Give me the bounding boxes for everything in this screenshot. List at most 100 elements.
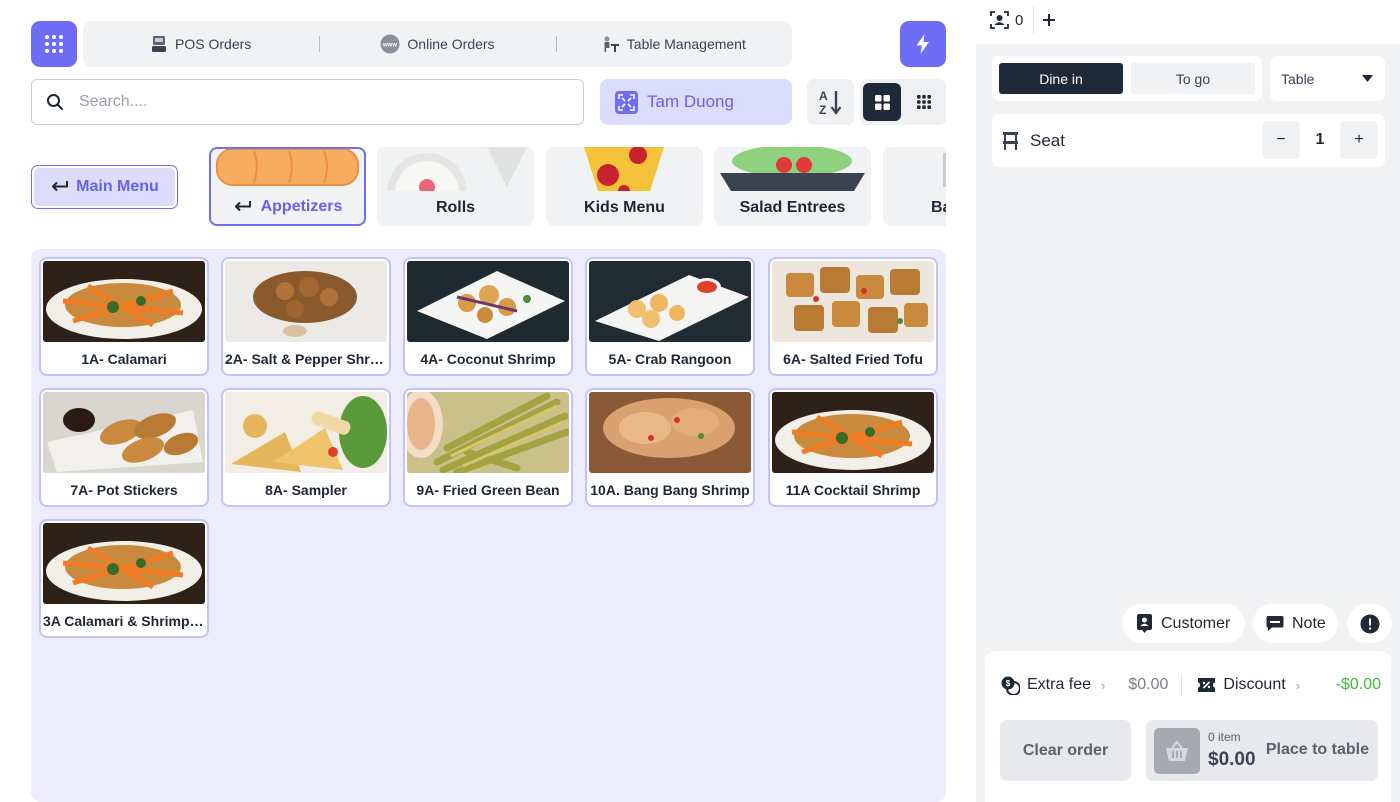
order-tabs-bar: 0 — [976, 0, 1400, 44]
menu-item-card[interactable]: 10A. Bang Bang Shrimp — [585, 388, 755, 507]
customer-card-icon — [1137, 614, 1152, 633]
clear-order-button[interactable]: Clear order — [1000, 720, 1131, 781]
coconut-shrimp-photo — [407, 261, 569, 342]
small-grid-icon — [917, 95, 931, 109]
pot-stickers-photo — [43, 392, 205, 473]
pos-terminal-icon — [152, 36, 167, 52]
category-salad-entrees[interactable]: Salad Entrees — [714, 147, 871, 226]
egg-roll-illustration — [211, 149, 364, 193]
menu-item-card[interactable]: 5A- Crab Rangoon — [585, 257, 755, 376]
menu-item-name: 5A- Crab Rangoon — [608, 351, 732, 367]
place-to-table-label: Place to table — [1265, 741, 1369, 758]
menu-item-card[interactable]: 3A Calamari & Shrimp Combo — [39, 519, 209, 638]
category-kids-menu[interactable]: Kids Menu — [546, 147, 703, 226]
tab-label: Online Orders — [407, 36, 495, 52]
seat-decrement-button[interactable]: − — [1262, 121, 1300, 159]
guest-count-tab[interactable]: 0 — [990, 11, 1023, 29]
chevron-right-icon: › — [1101, 677, 1106, 693]
extra-fee-value: $0.00 — [1128, 676, 1169, 693]
guest-scan-icon — [990, 11, 1009, 29]
large-grid-icon — [874, 94, 890, 110]
discount-ticket-icon — [1198, 678, 1216, 692]
main-menu-button[interactable]: Main Menu — [31, 165, 178, 209]
menu-item-card[interactable]: 6A- Salted Fried Tofu — [768, 257, 938, 376]
menu-item-card[interactable]: 2A- Salt & Pepper Shrimp — [221, 257, 391, 376]
discount-value: -$0.00 — [1335, 676, 1381, 693]
seat-row: Seat − 1 + — [992, 114, 1385, 167]
az-sort-icon: A Z — [819, 89, 841, 116]
to-go-option[interactable]: To go — [1131, 63, 1255, 94]
category-label-text: Appetizers — [260, 198, 343, 215]
add-order-tab-button[interactable] — [1042, 9, 1056, 31]
tab-table-management[interactable]: Table Management — [555, 21, 792, 67]
menu-item-card[interactable]: 11A Cocktail Shrimp — [768, 388, 938, 507]
staff-selector-button[interactable]: Tam Duong — [600, 79, 792, 125]
category-illustration — [883, 147, 946, 191]
place-to-table-button[interactable]: 0 item $0.00 Place to table — [1146, 720, 1378, 781]
dine-in-option[interactable]: Dine in — [999, 63, 1123, 94]
discount-label: Discount — [1223, 676, 1286, 693]
note-bubble-icon — [1266, 616, 1284, 631]
quick-action-button[interactable] — [900, 21, 946, 67]
small-tiles-view-button[interactable] — [905, 83, 943, 121]
extra-fee-label: Extra fee — [1027, 676, 1092, 693]
lightning-bolt-icon — [916, 34, 929, 54]
menu-item-name: 8A- Sampler — [265, 482, 347, 498]
main-menu-label: Main Menu — [76, 178, 159, 195]
customer-button[interactable]: Customer — [1122, 604, 1245, 643]
category-rolls[interactable]: Rolls — [377, 147, 534, 226]
menu-item-card[interactable]: 8A- Sampler — [221, 388, 391, 507]
search-box — [31, 79, 584, 125]
pos-app: POS Orders www Online Orders Table Manag… — [0, 0, 1400, 802]
top-nav-tabs: POS Orders www Online Orders Table Manag… — [83, 21, 792, 67]
menu-item-name: 2A- Salt & Pepper Shrimp — [225, 351, 387, 367]
main-menu-inner: Main Menu — [34, 168, 175, 206]
menu-item-card[interactable]: 9A- Fried Green Bean — [403, 388, 573, 507]
svg-text:www: www — [382, 43, 397, 49]
large-tiles-view-button[interactable] — [863, 83, 901, 121]
seat-count: 1 — [1315, 131, 1325, 148]
grid-dots-icon — [45, 35, 63, 53]
category-appetizers[interactable]: Appetizers — [209, 147, 366, 226]
tab-online-orders[interactable]: www Online Orders — [319, 21, 555, 67]
menu-item-name: 11A Cocktail Shrimp — [785, 482, 921, 498]
www-globe-icon: www — [380, 34, 400, 54]
menu-item-name: 7A- Pot Stickers — [70, 482, 178, 498]
category-ba-partial[interactable]: Ba — [883, 147, 946, 226]
tab-label: Table Management — [626, 36, 746, 52]
order-total: $0.00 — [1208, 749, 1256, 770]
menu-pane: POS Orders www Online Orders Table Manag… — [0, 0, 976, 802]
sampler-photo — [225, 392, 387, 473]
menu-item-card[interactable]: 1A- Calamari — [39, 257, 209, 376]
discount-button[interactable]: Discount › — [1197, 676, 1300, 694]
app-launcher-button[interactable] — [31, 21, 77, 67]
fees-row: $ Extra fee › $0.00 Discount › -$0.00 — [1001, 673, 1381, 697]
note-button[interactable]: Note — [1253, 604, 1338, 643]
alert-icon — [1360, 614, 1379, 633]
menu-item-name: 3A Calamari & Shrimp Combo — [43, 613, 205, 629]
search-input[interactable] — [79, 93, 559, 111]
extra-fee-button[interactable]: $ Extra fee › — [1001, 676, 1105, 695]
note-label: Note — [1292, 614, 1326, 632]
tab-label: POS Orders — [175, 36, 252, 52]
category-label: Appetizers — [211, 198, 364, 216]
expand-icon — [615, 90, 638, 114]
table-dropdown[interactable]: Table — [1270, 56, 1385, 101]
info-button[interactable] — [1347, 604, 1392, 643]
menu-item-card[interactable]: 7A- Pot Stickers — [39, 388, 209, 507]
coin-icon: $ — [1001, 676, 1020, 695]
menu-item-card[interactable]: 4A- Coconut Shrimp — [403, 257, 573, 376]
caret-down-icon — [1362, 75, 1373, 82]
tab-pos-orders[interactable]: POS Orders — [83, 21, 319, 67]
svg-text:$: $ — [1006, 679, 1011, 688]
search-icon — [47, 94, 63, 110]
category-strip: Appetizers Rolls Kids Menu Salad Entrees… — [209, 147, 946, 227]
seat-increment-button[interactable]: + — [1340, 121, 1378, 159]
sort-az-button[interactable]: A Z — [807, 79, 854, 125]
seat-stepper: − 1 + — [1262, 121, 1378, 159]
svg-text:Z: Z — [819, 103, 826, 116]
category-label: Ba — [931, 199, 946, 216]
salted-fried-tofu-photo — [772, 261, 934, 342]
tab-divider — [1033, 6, 1034, 34]
staff-name: Tam Duong — [647, 92, 734, 111]
